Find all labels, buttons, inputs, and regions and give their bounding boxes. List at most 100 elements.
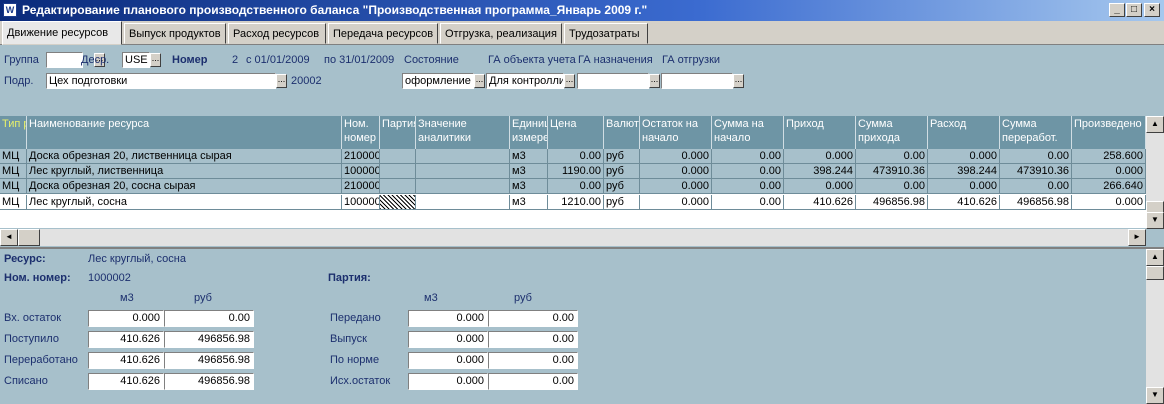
- table-row[interactable]: МЦ Лес круглый, лиственница 1000001 м3 1…: [0, 164, 1146, 179]
- department-label: Подр.: [4, 75, 34, 87]
- cell-unit: м3: [510, 149, 548, 164]
- ga-shipment-picker-button[interactable]: ...: [733, 74, 744, 88]
- cell-produced: 0.000: [1072, 195, 1146, 210]
- tab-resource-transfer[interactable]: Передача ресурсов: [328, 23, 438, 44]
- written-off-rub: 496856.98: [164, 373, 254, 390]
- grid-vertical-scrollbar[interactable]: ▲ ▼: [1146, 116, 1164, 229]
- col-header-expense[interactable]: Расход: [928, 116, 1000, 149]
- col-header-unit[interactable]: Единица измерения: [510, 116, 548, 149]
- closing-balance-m3: 0.000: [408, 373, 488, 390]
- desc-picker-button[interactable]: ...: [150, 53, 161, 67]
- transferred-m3: 0.000: [408, 310, 488, 327]
- window-title: Редактирование планового производственно…: [22, 3, 648, 17]
- cell-income: 0.000: [784, 179, 856, 194]
- scroll-left-icon[interactable]: ◄: [0, 229, 18, 246]
- number-value: 2: [232, 54, 239, 66]
- tab-labor-costs[interactable]: Трудозатраты: [564, 23, 648, 44]
- cell-name: Доска обрезная 20, лиственница сырая: [27, 149, 342, 164]
- col-header-income[interactable]: Приход: [784, 116, 856, 149]
- splitter[interactable]: [0, 247, 1164, 249]
- ga-shipment-input[interactable]: [661, 73, 733, 89]
- col-header-price[interactable]: Цена: [548, 116, 604, 149]
- detail-scroll-up-icon[interactable]: ▲: [1146, 249, 1164, 266]
- cell-currency: руб: [604, 149, 640, 164]
- processed-rub: 496856.98: [164, 352, 254, 369]
- ga-destination-input[interactable]: [577, 73, 649, 89]
- cell-expense: 0.000: [928, 149, 1000, 164]
- col-header-opening-balance[interactable]: Остаток на начало: [640, 116, 712, 149]
- cell-name: Доска обрезная 20, сосна сырая: [27, 179, 342, 194]
- col-header-produced[interactable]: Произведено: [1072, 116, 1146, 149]
- col-header-analytics[interactable]: Значение аналитики: [416, 116, 510, 149]
- department-input[interactable]: Цех подготовки: [46, 73, 276, 89]
- nom-number-value: 1000002: [88, 272, 131, 284]
- minimize-button[interactable]: _: [1109, 3, 1125, 17]
- department-picker-button[interactable]: ...: [276, 74, 287, 88]
- cell-processed-sum: 0.00: [1000, 149, 1072, 164]
- cell-expense: 398.244: [928, 164, 1000, 179]
- tab-shipment-sales[interactable]: Отгрузка, реализация: [440, 23, 562, 44]
- cell-income: 0.000: [784, 149, 856, 164]
- cell-price: 0.00: [548, 179, 604, 194]
- scroll-up-icon[interactable]: ▲: [1146, 116, 1164, 133]
- cell-batch[interactable]: [380, 195, 416, 210]
- group-input[interactable]: [46, 52, 83, 68]
- table-row-selected[interactable]: МЦ Лес круглый, сосна 1000002 м3 1210.00…: [0, 195, 1146, 210]
- cell-batch: [380, 179, 416, 194]
- col-header-currency[interactable]: Валюта: [604, 116, 640, 149]
- restore-button[interactable]: □: [1126, 3, 1142, 17]
- grid-horizontal-thumb[interactable]: [18, 229, 40, 246]
- ga-account-picker-button[interactable]: ...: [564, 74, 575, 88]
- transferred-label: Передано: [330, 312, 381, 324]
- ga-destination-picker-button[interactable]: ...: [649, 74, 660, 88]
- detail-scroll-down-icon[interactable]: ▼: [1146, 387, 1164, 404]
- cell-price: 1210.00: [548, 195, 604, 210]
- col-header-opening-sum[interactable]: Сумма на начало: [712, 116, 784, 149]
- close-button[interactable]: ×: [1144, 3, 1160, 17]
- ga-destination-label: ГА назначения: [578, 54, 653, 66]
- ga-account-input[interactable]: Для контролли: [486, 73, 564, 89]
- cell-nom: 1000002: [342, 195, 380, 210]
- cell-analytics: [416, 149, 510, 164]
- desc-label: Деср.: [81, 54, 110, 66]
- cell-batch: [380, 149, 416, 164]
- cell-unit: м3: [510, 195, 548, 210]
- cell-price: 0.00: [548, 149, 604, 164]
- resource-label: Ресурс:: [4, 253, 46, 265]
- tab-resource-movement[interactable]: Движение ресурсов: [2, 21, 122, 45]
- received-m3: 410.626: [88, 331, 164, 348]
- cell-expense: 0.000: [928, 179, 1000, 194]
- cell-opening-sum: 0.00: [712, 179, 784, 194]
- grid-horizontal-scrollbar[interactable]: ◄ ►: [0, 229, 1146, 246]
- closing-balance-rub: 0.00: [488, 373, 578, 390]
- col-header-income-sum[interactable]: Сумма прихода: [856, 116, 928, 149]
- col-header-batch[interactable]: Партия: [380, 116, 416, 149]
- tab-resource-consumption[interactable]: Расход ресурсов: [228, 23, 326, 44]
- cell-currency: руб: [604, 195, 640, 210]
- transferred-rub: 0.00: [488, 310, 578, 327]
- state-picker-button[interactable]: ...: [474, 74, 485, 88]
- detail-vertical-thumb[interactable]: [1146, 266, 1164, 280]
- output-label: Выпуск: [330, 333, 367, 345]
- scroll-down-icon[interactable]: ▼: [1146, 212, 1164, 229]
- col-header-nom[interactable]: Ном. номер: [342, 116, 380, 149]
- cell-opening-sum: 0.00: [712, 164, 784, 179]
- cell-unit: м3: [510, 179, 548, 194]
- col-header-name[interactable]: Наименование ресурса: [27, 116, 342, 149]
- cell-type: МЦ: [0, 149, 27, 164]
- detail-vertical-scrollbar[interactable]: ▲ ▼: [1146, 249, 1164, 404]
- table-row[interactable]: МЦ Доска обрезная 20, сосна сырая 210000…: [0, 179, 1146, 194]
- table-row[interactable]: МЦ Доска обрезная 20, лиственница сырая …: [0, 149, 1146, 164]
- app-icon: W: [3, 3, 17, 17]
- received-label: Поступило: [4, 333, 59, 345]
- tab-bar: Движение ресурсов Выпуск продуктов Расхо…: [0, 21, 1164, 45]
- ga-account-label: ГА объекта учета: [488, 54, 576, 66]
- state-input[interactable]: оформление: [402, 73, 474, 89]
- scroll-right-icon[interactable]: ►: [1128, 229, 1146, 246]
- cell-income-sum: 473910.36: [856, 164, 928, 179]
- tab-product-output[interactable]: Выпуск продуктов: [124, 23, 226, 44]
- col-header-processed-sum[interactable]: Сумма переработ.: [1000, 116, 1072, 149]
- output-m3: 0.000: [408, 331, 488, 348]
- col-header-type[interactable]: Тип ресурса: [0, 116, 27, 149]
- desc-input[interactable]: USE: [122, 52, 150, 68]
